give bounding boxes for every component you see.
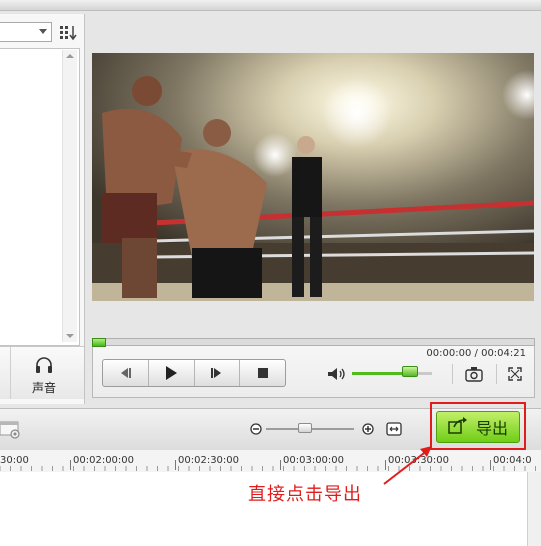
ruler-tick-label: 00:04:0 <box>493 455 532 466</box>
prev-frame-button[interactable] <box>103 360 149 386</box>
export-button-label: 导出 <box>475 419 508 438</box>
scroll-up-icon[interactable] <box>66 54 74 58</box>
playback-buttons <box>102 359 286 387</box>
fullscreen-icon[interactable] <box>508 367 522 384</box>
volume-icon[interactable] <box>327 367 347 384</box>
timeline-scrollbar[interactable] <box>527 472 541 546</box>
prev-frame-icon <box>121 368 132 378</box>
export-button[interactable]: 导出 <box>436 411 520 443</box>
export-icon <box>448 416 468 438</box>
fit-timeline-icon[interactable] <box>386 422 402 439</box>
timeline-settings-icon[interactable] <box>0 420 22 443</box>
category-dropdown[interactable] <box>0 22 52 42</box>
scroll-down-icon[interactable] <box>66 334 74 338</box>
zoom-in-icon[interactable] <box>362 423 374 438</box>
next-frame-icon <box>210 368 221 378</box>
divider <box>496 364 497 384</box>
sort-icon[interactable] <box>58 22 78 42</box>
sound-button[interactable]: 声音 <box>0 346 84 399</box>
time-readout: 00:00:00 / 00:04:21 <box>396 348 526 359</box>
annotation-arrow <box>383 446 432 485</box>
headphone-icon <box>34 355 54 378</box>
progress-thumb[interactable] <box>92 338 106 347</box>
annotation-text: 直接点击导出 <box>248 484 362 505</box>
ruler-tick-label: 00:03:00:00 <box>283 455 345 466</box>
next-frame-button[interactable] <box>195 360 241 386</box>
zoom-thumb[interactable] <box>298 423 312 433</box>
progress-bar[interactable] <box>92 338 535 346</box>
play-icon <box>166 366 178 380</box>
chevron-down-icon[interactable] <box>39 29 47 34</box>
top-strip <box>0 0 541 11</box>
stop-button[interactable] <box>240 360 285 386</box>
total-time: 00:04:21 <box>481 348 526 359</box>
volume-thumb[interactable] <box>402 366 418 377</box>
camera-icon[interactable] <box>465 366 483 385</box>
ruler-tick-label: 00:02:00:00 <box>73 455 135 466</box>
volume-fill <box>352 372 408 375</box>
zoom-out-icon[interactable] <box>250 423 262 438</box>
video-preview <box>92 53 534 301</box>
current-time: 00:00:00 <box>426 348 472 359</box>
sound-button-label: 声音 <box>32 381 57 395</box>
ruler-minor-ticks <box>0 466 536 471</box>
list-scrollbar[interactable] <box>62 50 77 342</box>
divider <box>10 347 11 399</box>
ruler-tick-label: 30:00 <box>0 455 29 466</box>
ruler-tick-label: 00:02:30:00 <box>178 455 240 466</box>
divider <box>452 364 453 384</box>
time-separator: / <box>471 348 482 359</box>
play-button[interactable] <box>149 360 195 386</box>
stop-icon <box>257 368 268 378</box>
